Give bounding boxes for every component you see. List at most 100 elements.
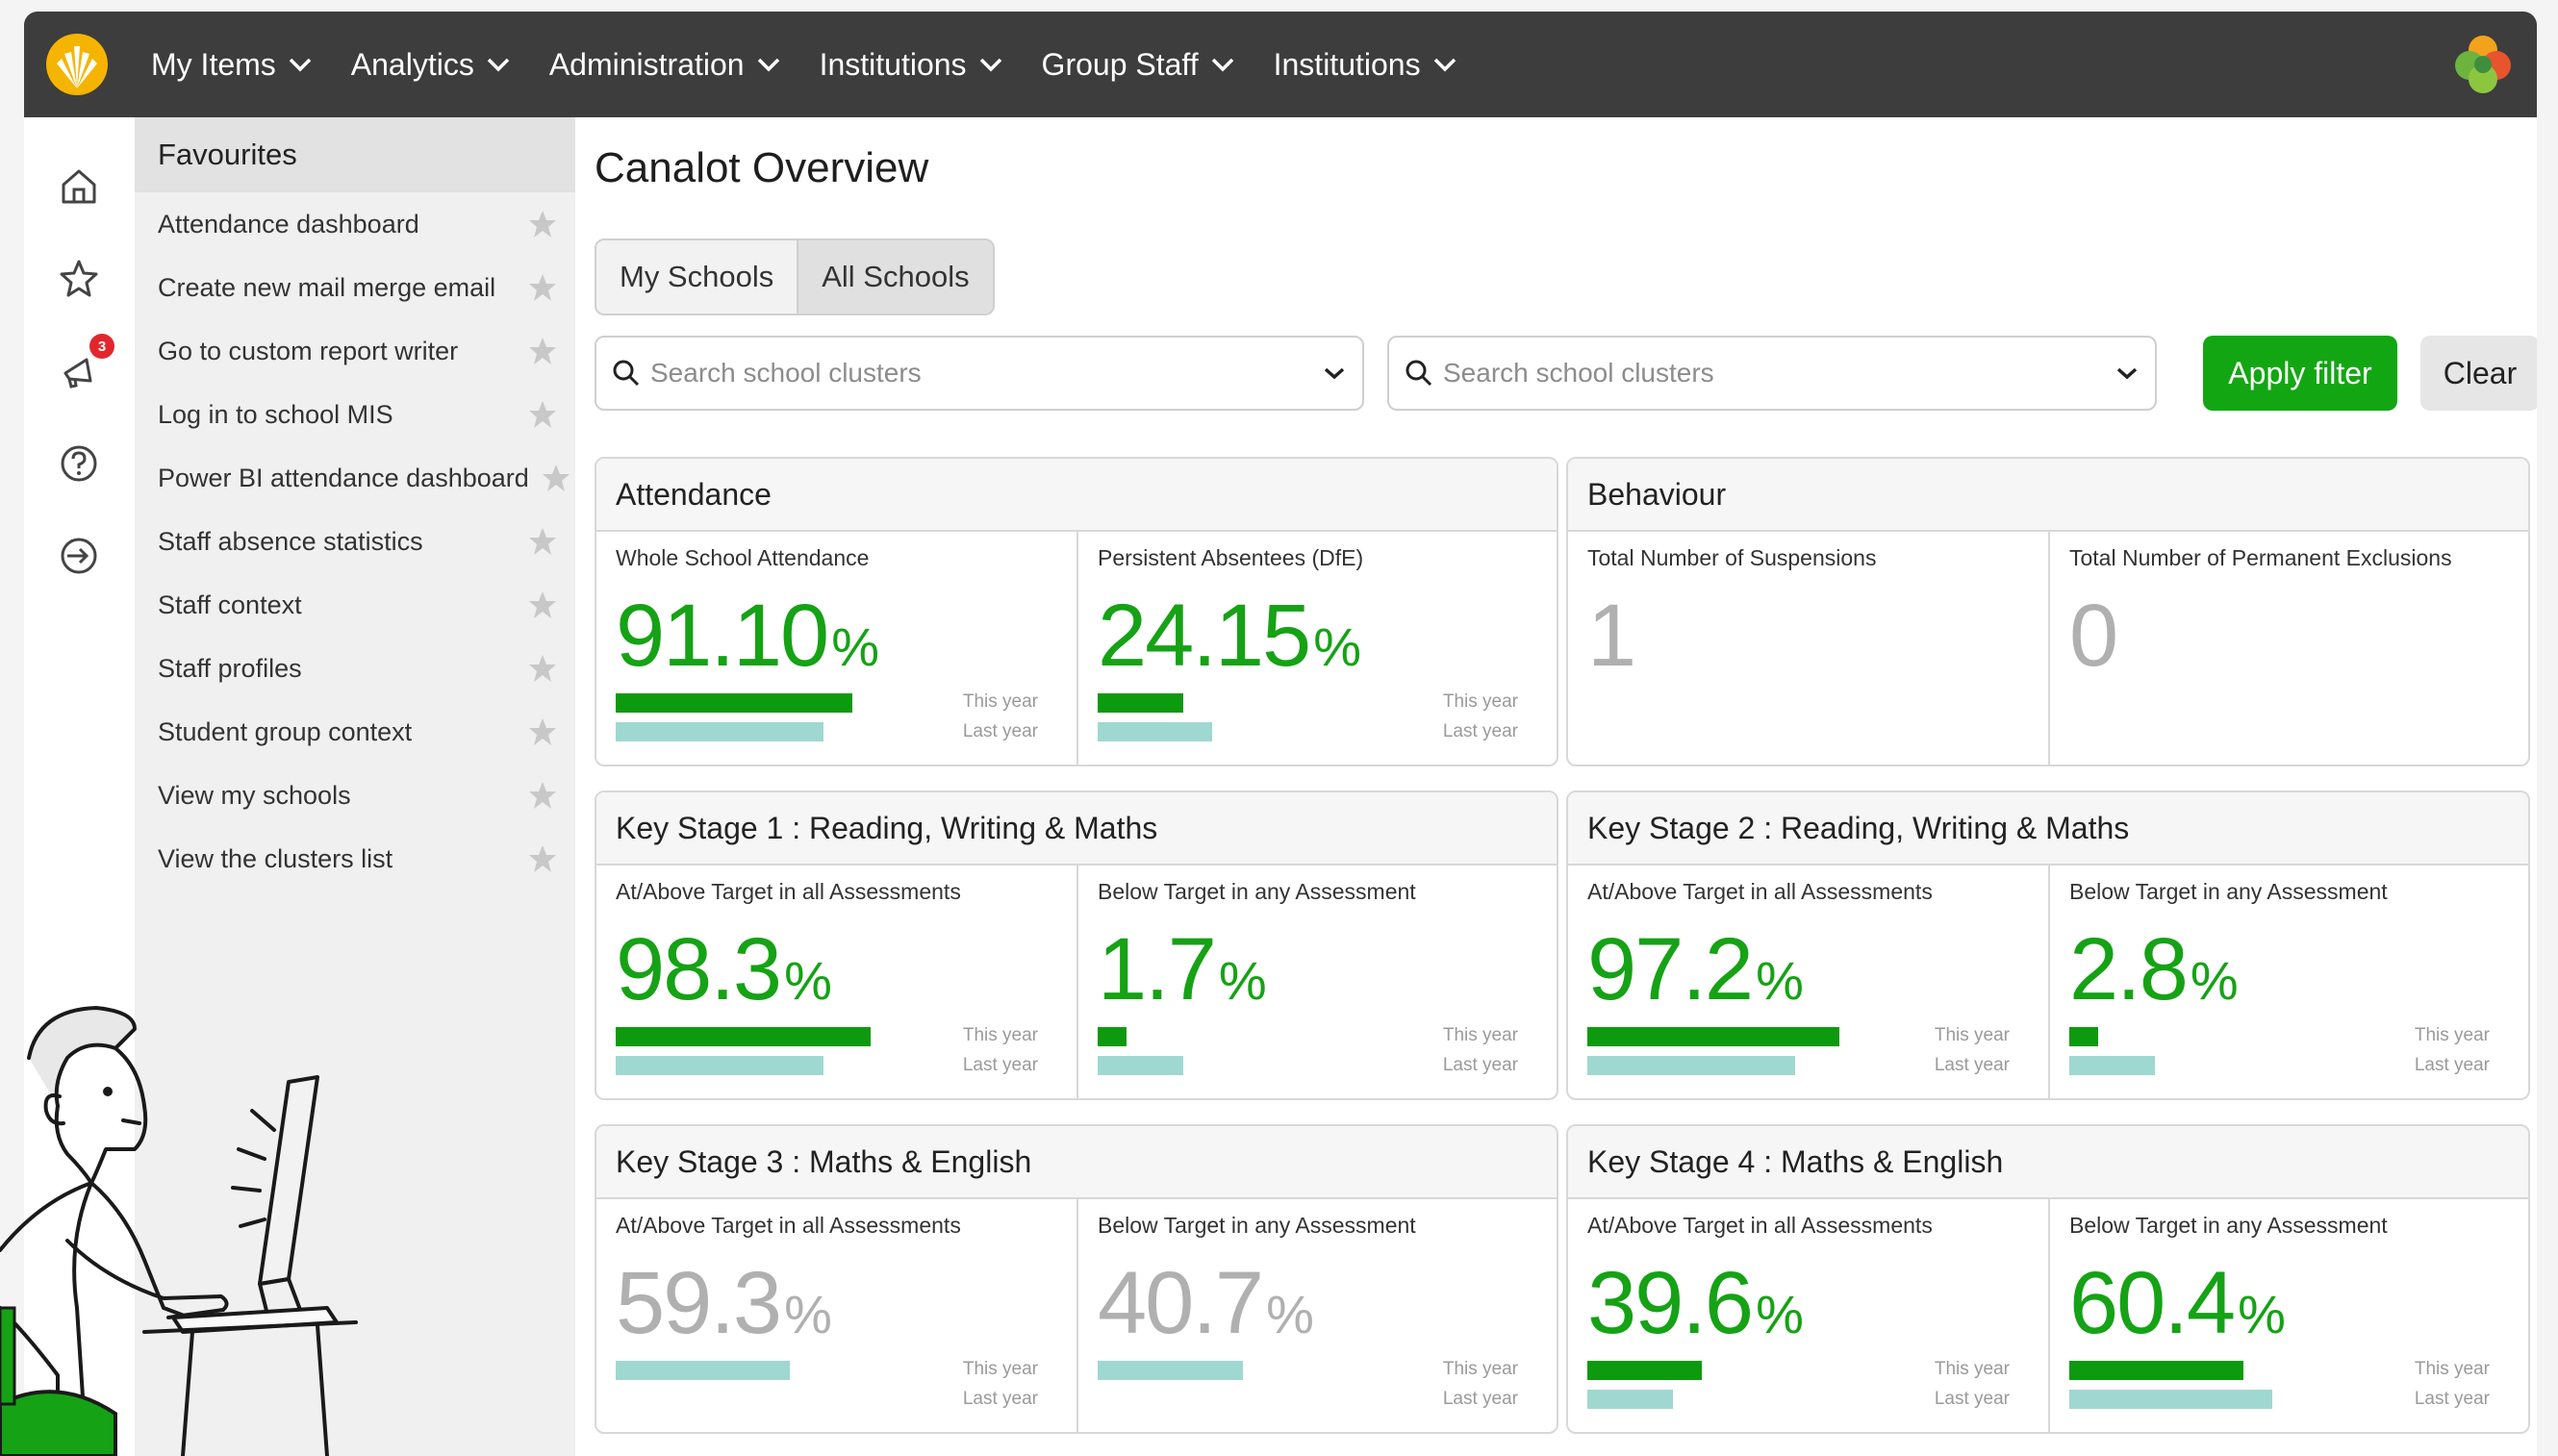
app-logo-icon[interactable] bbox=[45, 33, 109, 96]
favourites-title: Favourites bbox=[135, 117, 575, 192]
last-year-bar bbox=[1098, 1056, 1183, 1075]
all-schools-tab[interactable]: All Schools bbox=[797, 240, 993, 314]
last-year-bar bbox=[1098, 1361, 1243, 1380]
megaphone-icon[interactable] bbox=[58, 350, 100, 392]
star-icon[interactable] bbox=[527, 336, 558, 366]
nav-my-items[interactable]: My Items bbox=[151, 47, 313, 83]
chevron-down-icon bbox=[487, 58, 510, 72]
chevron-down-icon[interactable] bbox=[2115, 364, 2140, 382]
star-icon[interactable] bbox=[527, 590, 558, 620]
metric-total-suspensions[interactable]: Total Number of Suspensions 1 bbox=[1568, 532, 2048, 765]
favourite-item-my-schools[interactable]: View my schools bbox=[135, 764, 575, 827]
metric-ks1-at-above-target[interactable]: At/Above Target in all Assessments 98.3%… bbox=[596, 866, 1076, 1098]
cluster-search-1[interactable] bbox=[595, 336, 1364, 411]
metric-label: Below Target in any Assessment bbox=[2069, 1213, 2388, 1238]
chevron-down-icon[interactable] bbox=[1322, 364, 1347, 382]
favourite-item-label: Create new mail merge email bbox=[158, 272, 496, 302]
favourite-item-label: Log in to school MIS bbox=[158, 399, 393, 429]
favourite-item-staff-context[interactable]: Staff context bbox=[135, 573, 575, 637]
star-icon[interactable] bbox=[527, 272, 558, 303]
this-year-legend: This year bbox=[962, 1025, 1038, 1045]
metric-label: Total Number of Suspensions bbox=[1587, 545, 1877, 570]
metric-value: 60.4% bbox=[2069, 1253, 2286, 1354]
star-icon[interactable] bbox=[58, 258, 100, 300]
star-icon[interactable] bbox=[527, 209, 558, 239]
nav-my-items-label: My Items bbox=[151, 46, 276, 82]
this-year-bar bbox=[616, 693, 852, 713]
metric-label: At/Above Target in all Assessments bbox=[1587, 1213, 1933, 1238]
metric-label: At/Above Target in all Assessments bbox=[616, 879, 961, 904]
favourite-item-mail-merge[interactable]: Create new mail merge email bbox=[135, 256, 575, 319]
nav-group-staff[interactable]: Group Staff bbox=[1042, 47, 1235, 83]
logout-icon[interactable] bbox=[58, 535, 100, 577]
favourite-item-label: Staff context bbox=[158, 590, 302, 619]
card-title: Attendance bbox=[596, 459, 1557, 532]
nav-analytics[interactable]: Analytics bbox=[351, 47, 511, 83]
last-year-legend: Last year bbox=[1934, 1055, 2010, 1075]
main-content: Canalot Overview My Schools All Schools … bbox=[575, 117, 2537, 1456]
favourite-item-attendance-dashboard[interactable]: Attendance dashboard bbox=[135, 192, 575, 256]
star-icon[interactable] bbox=[527, 843, 558, 874]
star-icon[interactable] bbox=[527, 716, 558, 747]
metric-ks2-below-target[interactable]: Below Target in any Assessment 2.8% This… bbox=[2048, 866, 2528, 1098]
my-schools-tab[interactable]: My Schools bbox=[596, 240, 797, 314]
metric-value: 39.6% bbox=[1587, 1253, 1804, 1354]
star-icon[interactable] bbox=[527, 399, 558, 430]
cluster-search-2-input[interactable] bbox=[1443, 358, 2115, 389]
nav-institutions-2[interactable]: Institutions bbox=[1274, 47, 1457, 83]
metric-number: 98.3 bbox=[616, 920, 782, 1018]
metric-number: 60.4 bbox=[2069, 1254, 2236, 1352]
metric-label: Below Target in any Assessment bbox=[1098, 1213, 1416, 1238]
cluster-search-2[interactable] bbox=[1387, 336, 2157, 411]
metric-persistent-absentees[interactable]: Persistent Absentees (DfE) 24.15% This y… bbox=[1076, 532, 1557, 765]
star-icon[interactable] bbox=[527, 526, 558, 557]
metric-ks1-below-target[interactable]: Below Target in any Assessment 1.7% This… bbox=[1076, 866, 1557, 1098]
this-year-legend: This year bbox=[2414, 1359, 2490, 1379]
favourite-item-student-group[interactable]: Student group context bbox=[135, 700, 575, 764]
star-icon[interactable] bbox=[541, 463, 571, 493]
metric-number: 91.10 bbox=[616, 587, 829, 685]
attendance-card: Attendance Whole School Attendance 91.10… bbox=[595, 457, 1558, 766]
brand-clover-icon[interactable] bbox=[2450, 31, 2516, 96]
star-icon[interactable] bbox=[527, 653, 558, 684]
last-year-legend: Last year bbox=[1442, 1055, 1518, 1075]
nav-institutions-2-label: Institutions bbox=[1273, 46, 1421, 82]
metric-ks4-below-target[interactable]: Below Target in any Assessment 60.4% Thi… bbox=[2048, 1199, 2528, 1432]
help-icon[interactable] bbox=[58, 442, 100, 485]
metric-whole-school-attendance[interactable]: Whole School Attendance 91.10% This year… bbox=[596, 532, 1076, 765]
favourite-item-school-mis[interactable]: Log in to school MIS bbox=[135, 383, 575, 446]
this-year-legend: This year bbox=[1934, 1359, 2010, 1379]
metric-ks2-at-above-target[interactable]: At/Above Target in all Assessments 97.2%… bbox=[1568, 866, 2048, 1098]
favourite-item-power-bi[interactable]: Power BI attendance dashboard bbox=[135, 446, 575, 510]
metric-ks3-at-above-target[interactable]: At/Above Target in all Assessments 59.3%… bbox=[596, 1199, 1076, 1432]
last-year-bar bbox=[616, 1361, 790, 1380]
cluster-search-1-input[interactable] bbox=[650, 358, 1322, 389]
nav-administration[interactable]: Administration bbox=[549, 47, 781, 83]
this-year-bar bbox=[1587, 1027, 1839, 1046]
favourite-item-staff-profiles[interactable]: Staff profiles bbox=[135, 637, 575, 700]
apply-filter-button[interactable]: Apply filter bbox=[2203, 336, 2397, 411]
favourite-item-report-writer[interactable]: Go to custom report writer bbox=[135, 319, 575, 383]
chevron-down-icon bbox=[979, 58, 1001, 72]
home-icon[interactable] bbox=[58, 165, 100, 208]
favourite-item-clusters-list[interactable]: View the clusters list bbox=[135, 827, 575, 891]
metric-label: Below Target in any Assessment bbox=[1098, 879, 1416, 904]
metric-unit: % bbox=[2238, 1284, 2286, 1344]
star-icon[interactable] bbox=[527, 780, 558, 811]
this-year-bar bbox=[1098, 1027, 1127, 1046]
chevron-down-icon bbox=[757, 58, 779, 72]
clear-button[interactable]: Clear bbox=[2420, 336, 2537, 411]
last-year-legend: Last year bbox=[1442, 721, 1518, 741]
nav-institutions[interactable]: Institutions bbox=[820, 47, 1003, 83]
metric-ks3-below-target[interactable]: Below Target in any Assessment 40.7% Thi… bbox=[1076, 1199, 1557, 1432]
favourite-item-label: View my schools bbox=[158, 780, 351, 810]
metric-value: 97.2% bbox=[1587, 919, 1804, 1020]
favourite-item-label: Student group context bbox=[158, 716, 413, 746]
metric-ks4-at-above-target[interactable]: At/Above Target in all Assessments 39.6%… bbox=[1568, 1199, 2048, 1432]
metric-unit: % bbox=[784, 950, 832, 1011]
metric-permanent-exclusions[interactable]: Total Number of Permanent Exclusions 0 bbox=[2048, 532, 2528, 765]
app-window: My Items Analytics Administration Instit… bbox=[24, 12, 2537, 1456]
metric-unit: % bbox=[1313, 616, 1362, 677]
metric-number: 24.15 bbox=[1098, 587, 1311, 685]
favourite-item-staff-absence[interactable]: Staff absence statistics bbox=[135, 510, 575, 573]
